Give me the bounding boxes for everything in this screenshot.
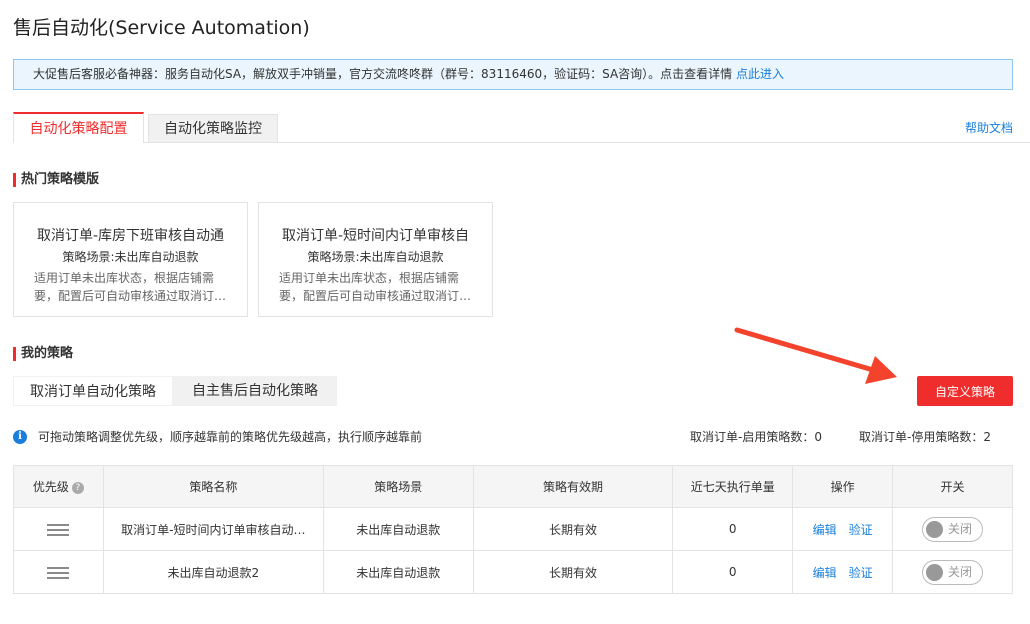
switch-toggle[interactable]: 关闭: [922, 516, 984, 542]
policy-table: 优先级? 策略名称 策略场景 策略有效期 近七天执行单量 操作 开关 取消订单-…: [13, 465, 1013, 594]
switch-toggle[interactable]: 关闭: [922, 559, 984, 585]
toggle-label: 关闭: [948, 521, 973, 536]
disabled-count: 取消订单-停用策略数：2: [859, 430, 991, 444]
toggle-knob: [926, 563, 944, 581]
col-priority: 优先级?: [13, 465, 104, 508]
tabs-divider: [13, 142, 1030, 143]
drag-handle-icon[interactable]: [47, 523, 70, 536]
col-switch: 开关: [892, 465, 1013, 508]
col-ops: 操作: [792, 465, 894, 508]
row-count: 0: [672, 507, 794, 551]
priority-tip-text: 可拖动策略调整优先级，顺序越靠前的策略优先级越高，执行顺序越靠前: [38, 430, 423, 444]
template-card[interactable]: 取消订单-短时间内订单审核自 策略场景:未出库自动退款 适用订单未出库状态，根据…: [258, 202, 493, 317]
drag-handle-icon[interactable]: [47, 566, 70, 579]
subtab-self-aftersale[interactable]: 自主售后自动化策略: [173, 376, 337, 406]
arrow-icon: [734, 327, 897, 384]
template-card-desc: 适用订单未出库状态，根据店铺需要，配置后可自动审核通过取消订…: [34, 271, 227, 303]
tab-config[interactable]: 自动化策略配置: [13, 112, 144, 143]
info-icon: i: [13, 429, 27, 444]
template-card-scene: 策略场景:未出库自动退款: [307, 250, 444, 264]
row-count: 0: [672, 550, 794, 594]
col-count: 近七天执行单量: [672, 465, 794, 508]
custom-policy-button[interactable]: 自定义策略: [917, 376, 1013, 406]
my-policies-title: 我的策略: [13, 347, 73, 361]
col-validity: 策略有效期: [472, 465, 674, 508]
row-scene: 未出库自动退款: [322, 550, 474, 594]
priority-tip: i 可拖动策略调整优先级，顺序越靠前的策略优先级越高，执行顺序越靠前: [13, 428, 422, 445]
policy-subtabs: 取消订单自动化策略 自主售后自动化策略: [13, 376, 337, 406]
row-validity: 长期有效: [472, 550, 674, 594]
notice-banner: 大促售后客服必备神器：服务自动化SA，解放双手冲销量，官方交流咚咚群（群号：83…: [13, 59, 1013, 90]
table-row: 未出库自动退款2 未出库自动退款 长期有效 0 编辑 验证 关闭: [13, 550, 1013, 594]
help-doc-link[interactable]: 帮助文档: [965, 119, 1013, 136]
tab-monitor[interactable]: 自动化策略监控: [148, 114, 278, 143]
row-name: 未出库自动退款2: [102, 550, 324, 594]
notice-text: 大促售后客服必备神器：服务自动化SA，解放双手冲销量，官方交流咚咚群（群号：83…: [33, 67, 736, 81]
verify-link[interactable]: 验证: [849, 566, 873, 580]
col-name: 策略名称: [102, 465, 324, 508]
table-header-row: 优先级? 策略名称 策略场景 策略有效期 近七天执行单量 操作 开关: [13, 465, 1013, 508]
toggle-knob: [926, 520, 944, 538]
edit-link[interactable]: 编辑: [813, 523, 837, 537]
toggle-label: 关闭: [948, 564, 973, 579]
verify-link[interactable]: 验证: [849, 523, 873, 537]
template-card-scene: 策略场景:未出库自动退款: [62, 250, 199, 264]
template-card[interactable]: 取消订单-库房下班审核自动通 策略场景:未出库自动退款 适用订单未出库状态，根据…: [13, 202, 248, 317]
notice-link[interactable]: 点此进入: [736, 67, 784, 81]
hot-templates-title: 热门策略模版: [13, 173, 99, 187]
help-icon[interactable]: ?: [71, 481, 84, 494]
template-card-title: 取消订单-短时间内订单审核自: [281, 228, 470, 244]
edit-link[interactable]: 编辑: [813, 566, 837, 580]
col-scene: 策略场景: [322, 465, 474, 508]
template-card-desc: 适用订单未出库状态，根据店铺需要，配置后可自动审核通过取消订…: [279, 271, 472, 303]
row-name: 取消订单-短时间内订单审核自动…: [102, 507, 324, 551]
table-row: 取消订单-短时间内订单审核自动… 未出库自动退款 长期有效 0 编辑 验证 关闭: [13, 507, 1013, 551]
enabled-count: 取消订单-启用策略数：0: [690, 430, 822, 444]
row-scene: 未出库自动退款: [322, 507, 474, 551]
subtab-cancel-order[interactable]: 取消订单自动化策略: [13, 376, 173, 406]
template-card-title: 取消订单-库房下班审核自动通: [36, 228, 225, 244]
row-validity: 长期有效: [472, 507, 674, 551]
page-title: 售后自动化(Service Automation): [13, 17, 310, 39]
